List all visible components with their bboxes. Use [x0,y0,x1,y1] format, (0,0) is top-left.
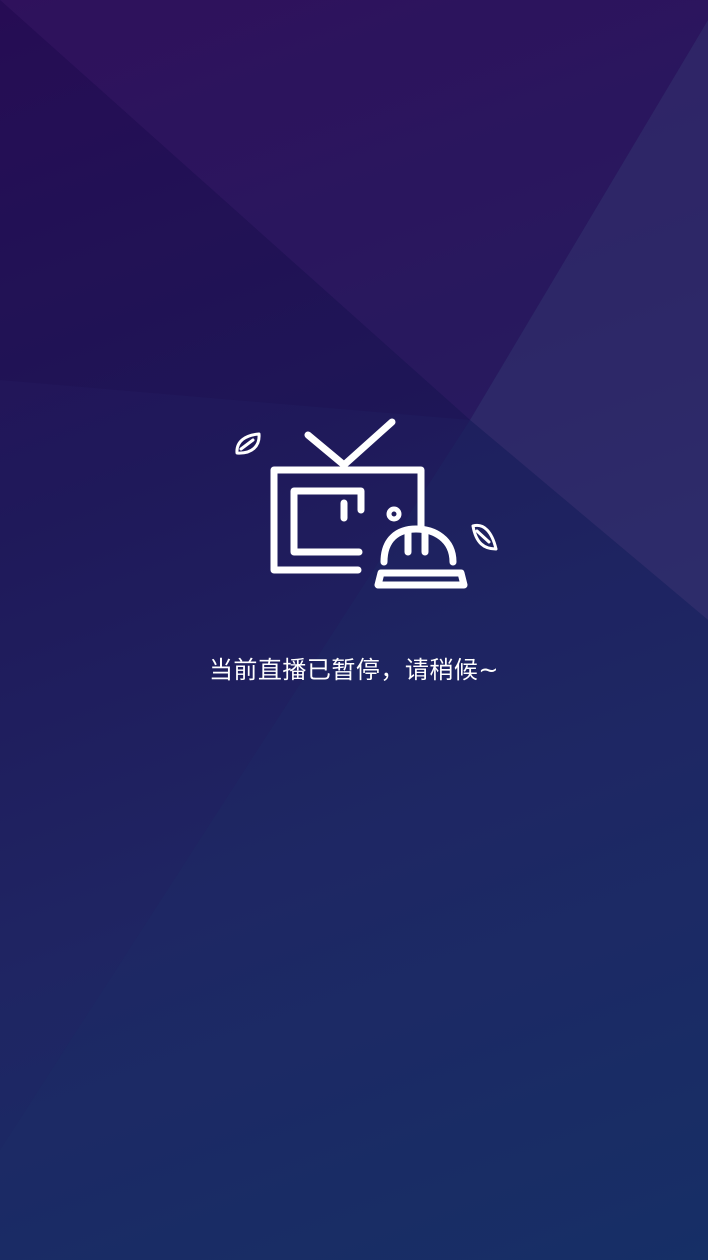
live-paused-message: 当前直播已暂停，请稍候~ [208,656,500,684]
background-facets [0,0,708,1260]
live-paused-background [0,0,708,1260]
hard-hat-icon [374,525,468,589]
tv-icon [270,418,425,574]
paused-illustration [230,415,500,595]
leaf-icon [471,523,498,551]
leaf-icon [235,432,261,455]
tv-knob-icon [386,506,402,522]
